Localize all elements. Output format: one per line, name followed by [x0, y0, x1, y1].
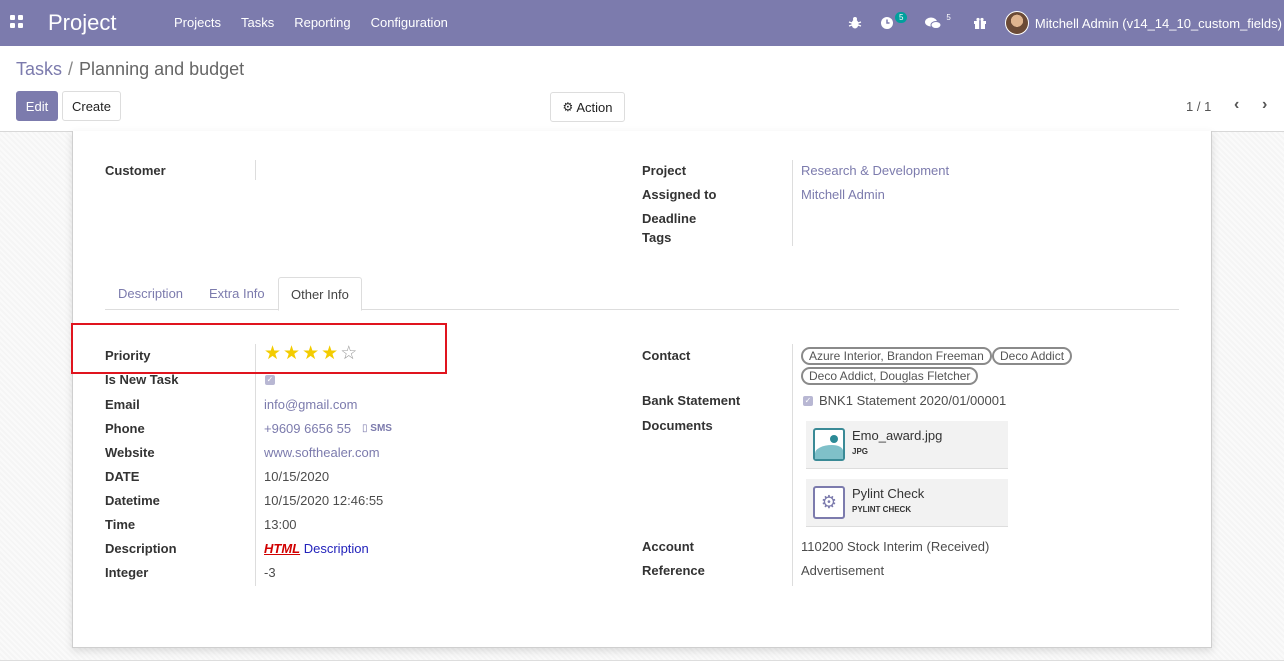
mobile-icon: ▯ — [362, 423, 368, 434]
star-filled-icon[interactable]: ★ — [264, 344, 281, 363]
priority-stars[interactable]: ★ ★ ★ ★ ☆ — [264, 344, 359, 363]
datetime-value: 10/15/2020 12:46:55 — [264, 493, 384, 508]
contact-label: Contact — [642, 348, 691, 363]
email-label: Email — [105, 397, 140, 412]
clock-icon — [880, 17, 893, 29]
tab-extra-info[interactable]: Extra Info — [197, 277, 277, 310]
pager-previous-icon[interactable]: ‹ — [1234, 96, 1239, 114]
new-task-label: Is New Task — [105, 372, 179, 387]
tab-description[interactable]: Description — [106, 277, 195, 310]
footer-divider — [0, 660, 1284, 661]
right-column-divider — [792, 344, 793, 586]
reference-label: Reference — [642, 563, 705, 578]
document-name: Pylint Check — [852, 486, 925, 501]
project-label: Project — [642, 163, 687, 178]
edit-button[interactable]: Edit — [16, 91, 58, 121]
tab-other-info[interactable]: Other Info — [278, 277, 362, 311]
activity-count-badge: 5 — [894, 11, 908, 23]
description-text: Description — [303, 541, 369, 556]
priority-label: Priority — [105, 348, 151, 363]
time-label: Time — [105, 517, 136, 532]
messages-count-badge: 5 — [946, 12, 951, 22]
deadline-label: Deadline — [642, 211, 697, 226]
phone-label: Phone — [105, 421, 145, 436]
user-name[interactable]: Mitchell Admin (v14_14_10_custom_fields) — [1035, 16, 1282, 31]
gift-icon[interactable] — [973, 16, 987, 30]
account-label: Account — [642, 539, 694, 554]
document-name: Emo_award.jpg — [852, 428, 943, 443]
chat-icon — [925, 17, 942, 29]
website-link[interactable]: www.softhealer.com — [264, 445, 380, 460]
action-button[interactable]: ⚙ Action — [550, 92, 625, 122]
customer-divider — [255, 160, 256, 180]
menu-projects[interactable]: Projects — [174, 15, 221, 30]
document-extension: JPG — [852, 447, 869, 456]
messaging-menu[interactable]: 5 — [925, 13, 954, 30]
star-filled-icon[interactable]: ★ — [283, 344, 300, 363]
breadcrumb-separator: / — [68, 59, 74, 79]
top-menu: Projects Tasks Reporting Configuration — [164, 15, 458, 30]
menu-reporting[interactable]: Reporting — [294, 15, 350, 30]
bank-statement-checkbox[interactable]: ✓ — [803, 396, 813, 406]
apps-menu-icon[interactable] — [10, 15, 23, 28]
action-label: Action — [576, 99, 613, 115]
tags-label: Tags — [642, 230, 672, 245]
star-filled-icon[interactable]: ★ — [321, 344, 338, 363]
menu-configuration[interactable]: Configuration — [371, 15, 448, 30]
project-link[interactable]: Research & Development — [801, 163, 949, 178]
description-label: Description — [105, 541, 177, 556]
document-attachment[interactable]: Emo_award.jpg JPG — [806, 421, 1008, 469]
image-icon — [813, 428, 845, 461]
create-button[interactable]: Create — [62, 91, 121, 121]
contact-tag[interactable]: Deco Addict — [992, 347, 1073, 365]
breadcrumb-current: Planning and budget — [79, 59, 245, 79]
top-navbar: Project Projects Tasks Reporting Configu… — [0, 0, 1284, 46]
account-value: 110200 Stock Interim (Received) — [801, 539, 990, 554]
email-link[interactable]: info@gmail.com — [264, 397, 357, 412]
phone-link[interactable]: +9609 6656 55 — [264, 421, 351, 436]
breadcrumb-tasks[interactable]: Tasks — [16, 59, 62, 79]
gear-icon: ⚙ — [813, 486, 845, 519]
pager-value[interactable]: 1 / 1 — [1186, 99, 1211, 114]
app-brand: Project — [48, 10, 117, 35]
integer-label: Integer — [105, 565, 149, 580]
pager-next-icon[interactable]: › — [1262, 96, 1267, 114]
datetime-label: Datetime — [105, 493, 160, 508]
bank-statement-value: BNK1 Statement 2020/01/00001 — [819, 393, 1007, 408]
documents-label: Documents — [642, 418, 713, 433]
bank-statement-label: Bank Statement — [642, 393, 741, 408]
systray: 5 5 Mitchell Admin (v14_14_10_custom_fie… — [848, 0, 1284, 46]
assigned-label: Assigned to — [642, 187, 717, 202]
date-value: 10/15/2020 — [264, 469, 330, 484]
gear-icon: ⚙ — [562, 100, 574, 114]
assigned-link[interactable]: Mitchell Admin — [801, 187, 885, 202]
reference-value: Advertisement — [801, 563, 885, 578]
activity-menu[interactable]: 5 — [880, 11, 908, 30]
customer-label: Customer — [105, 163, 166, 178]
notebook-tabs: Description Extra Info Other Info — [105, 277, 1179, 311]
new-task-checkbox[interactable]: ✓ — [265, 375, 275, 385]
sms-label: SMS — [370, 423, 392, 434]
menu-tasks[interactable]: Tasks — [241, 15, 274, 30]
sms-button[interactable]: ▯ SMS — [362, 423, 392, 434]
header-right-divider — [792, 160, 793, 246]
document-attachment[interactable]: ⚙ Pylint Check PYLINT CHECK — [806, 479, 1008, 527]
date-label: DATE — [105, 469, 140, 484]
website-label: Website — [105, 445, 155, 460]
time-value: 13:00 — [264, 517, 297, 532]
description-html-text: HTML — [264, 541, 301, 556]
description-value: HTML Description — [264, 541, 369, 556]
left-column-divider — [255, 344, 256, 586]
contact-tag[interactable]: Azure Interior, Brandon Freeman — [801, 347, 992, 365]
bug-icon[interactable] — [848, 16, 862, 30]
breadcrumb: Tasks / Planning and budget — [16, 59, 244, 80]
contact-tag[interactable]: Deco Addict, Douglas Fletcher — [801, 367, 979, 385]
star-filled-icon[interactable]: ★ — [302, 344, 319, 363]
user-avatar[interactable] — [1004, 11, 1029, 35]
star-empty-icon[interactable]: ☆ — [340, 344, 357, 363]
document-extension: PYLINT CHECK — [852, 505, 912, 514]
integer-value: -3 — [264, 565, 276, 580]
